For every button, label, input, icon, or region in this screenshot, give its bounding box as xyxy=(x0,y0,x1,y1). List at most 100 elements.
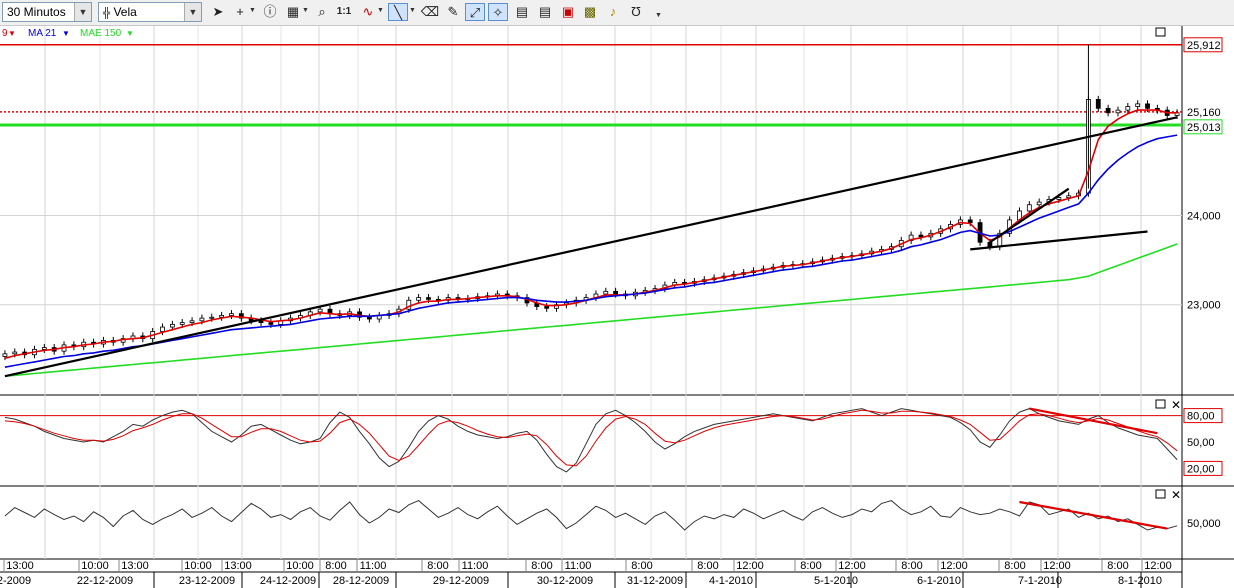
template3-icon[interactable]: ▣ xyxy=(558,3,578,21)
time-label: 12:00 xyxy=(1043,560,1071,572)
template1-icon[interactable]: ▤ xyxy=(512,3,532,21)
candle-body[interactable] xyxy=(229,313,234,316)
candle-body[interactable] xyxy=(169,323,175,328)
axis-tick-label: 24,000 xyxy=(1187,210,1221,222)
candle-body[interactable] xyxy=(1026,204,1032,212)
candle-body[interactable] xyxy=(1135,103,1141,107)
legend-dropdown-icon[interactable]: ▼ xyxy=(8,29,16,38)
more-icon[interactable]: ▼ xyxy=(655,12,662,19)
date-label: 30-12-2009 xyxy=(537,575,593,587)
candle-body[interactable] xyxy=(209,316,215,319)
legend-item-mae150[interactable]: MAE 150 xyxy=(80,28,122,39)
chevron-down-icon: ▼ xyxy=(184,3,201,21)
candle-style-icon: ╬ xyxy=(103,8,111,19)
chart-style-value: Vela xyxy=(113,5,137,19)
indicator-icon[interactable]: ∿ xyxy=(358,3,378,21)
candle-body[interactable] xyxy=(12,351,18,355)
candle-body[interactable] xyxy=(1036,201,1042,206)
info-icon[interactable]: ⓘ xyxy=(260,3,280,21)
axis-tick-label: 20,00 xyxy=(1187,463,1215,475)
time-label: 8:00 xyxy=(901,560,922,572)
time-label: 12:00 xyxy=(940,560,968,572)
candle-body[interactable] xyxy=(967,219,973,224)
grid-icon[interactable]: ▦ xyxy=(283,3,303,21)
time-label: 11:00 xyxy=(565,560,592,572)
date-label: 24-12-2009 xyxy=(260,575,316,587)
time-label: 8:00 xyxy=(531,560,552,572)
candle-body[interactable] xyxy=(160,326,165,332)
time-label: 8:00 xyxy=(1107,560,1128,572)
candle-body[interactable] xyxy=(426,297,431,300)
candle-body[interactable] xyxy=(1125,106,1131,111)
eraser-icon[interactable]: ⌫ xyxy=(420,3,440,21)
alarm-icon[interactable]: ♪ xyxy=(603,3,623,21)
candle-body[interactable] xyxy=(268,322,274,325)
drawing-icon[interactable]: ▩ xyxy=(580,3,600,21)
candle-body[interactable] xyxy=(1095,99,1101,109)
crosshair-icon[interactable]: + xyxy=(230,3,250,21)
autoscale-icon[interactable]: ⤢ xyxy=(465,3,485,21)
candle-body[interactable] xyxy=(544,306,550,309)
candle-body[interactable] xyxy=(1105,107,1111,114)
time-label: 11:00 xyxy=(462,560,489,572)
time-label: 13:00 xyxy=(6,560,34,572)
date-label: 31-12-2009 xyxy=(627,575,683,587)
candle-body[interactable] xyxy=(189,320,195,323)
axis-tick-label: 25,912 xyxy=(1187,40,1221,52)
candle-body[interactable] xyxy=(987,241,993,248)
candle-body[interactable] xyxy=(258,320,264,323)
pointer-icon[interactable]: ➤ xyxy=(208,3,228,21)
time-label: 13:00 xyxy=(224,560,252,572)
time-label: 8:00 xyxy=(325,560,346,572)
toolbar: 30 Minutos ▼ ╬ Vela ▼ ➤ + ▼ ⓘ ▦ ▼ ⌕ 1:1 … xyxy=(0,0,1234,26)
candle-body[interactable] xyxy=(41,347,47,350)
candle-body[interactable] xyxy=(1115,109,1121,114)
grid-dropdown-icon[interactable]: ▼ xyxy=(302,7,309,14)
axis-tick-label: 50,000 xyxy=(1187,518,1221,530)
one-to-one-icon[interactable]: 1:1 xyxy=(334,3,354,21)
axis-tick-label: 25,013 xyxy=(1187,122,1221,134)
date-label: 2-2009 xyxy=(0,575,31,587)
undo-icon[interactable]: Ʊ xyxy=(626,3,646,21)
close-oscillator2-icon[interactable]: ✕ xyxy=(1171,488,1181,502)
chart-background xyxy=(0,26,1234,588)
time-label: 8:00 xyxy=(631,560,652,572)
chart-style-select[interactable]: ╬ Vela ▼ xyxy=(98,2,202,22)
line-tool-icon[interactable]: ╲ xyxy=(388,3,408,21)
zoom-icon[interactable]: ⌕ xyxy=(312,3,332,21)
legend-dropdown-icon[interactable]: ▼ xyxy=(62,29,70,38)
indicator-dropdown-icon[interactable]: ▼ xyxy=(377,7,384,14)
candle-body[interactable] xyxy=(613,290,619,295)
paint-icon[interactable]: ✎ xyxy=(443,3,463,21)
candle-body[interactable] xyxy=(366,316,372,320)
time-label: 10:00 xyxy=(184,560,212,572)
legend-item-ma21[interactable]: MA 21 xyxy=(28,28,57,39)
axis-tick-label: 23,000 xyxy=(1187,300,1221,312)
timeframe-select[interactable]: 30 Minutos ▼ xyxy=(2,2,92,22)
date-label: 23-12-2009 xyxy=(179,575,235,587)
time-label: 10:00 xyxy=(286,560,314,572)
template2-icon[interactable]: ▤ xyxy=(535,3,555,21)
legend-dropdown-icon[interactable]: ▼ xyxy=(126,29,134,38)
chart-area[interactable]: 9 ▼ MA 21 ▼ MAE 150 ▼ 25,91225,16025,013… xyxy=(0,26,1234,588)
candle-body[interactable] xyxy=(179,322,185,325)
close-oscillator1-icon[interactable]: ✕ xyxy=(1171,398,1181,412)
line-tool-dropdown-icon[interactable]: ▼ xyxy=(409,7,416,14)
candle-body[interactable] xyxy=(199,317,205,322)
magnet-icon[interactable]: ✧ xyxy=(488,3,508,21)
time-label: 11:00 xyxy=(360,560,387,572)
candle-body[interactable] xyxy=(416,297,422,301)
time-label: 12:00 xyxy=(838,560,866,572)
crosshair-dropdown-icon[interactable]: ▼ xyxy=(249,7,256,14)
candle-body[interactable] xyxy=(2,353,8,357)
date-label: 4-1-2010 xyxy=(709,575,753,587)
candle-body[interactable] xyxy=(1056,197,1062,200)
candle-body[interactable] xyxy=(603,290,609,295)
date-label: 28-12-2009 xyxy=(333,575,389,587)
date-label: 29-12-2009 xyxy=(433,575,489,587)
date-label: 22-12-2009 xyxy=(77,575,133,587)
candle-body[interactable] xyxy=(317,308,323,313)
time-label: 8:00 xyxy=(697,560,718,572)
candle-body[interactable] xyxy=(219,315,225,318)
candle-body[interactable] xyxy=(1145,103,1150,109)
